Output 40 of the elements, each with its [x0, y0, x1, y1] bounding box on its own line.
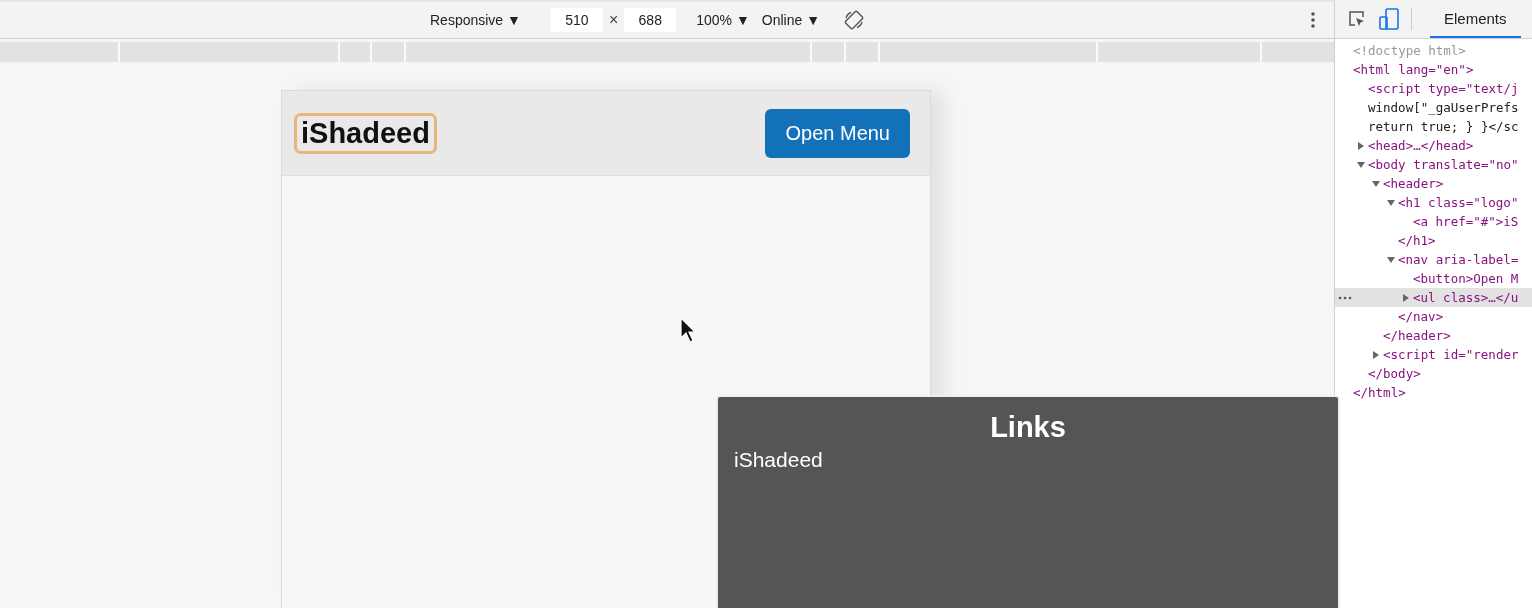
collapsed-triangle-icon[interactable] — [1357, 141, 1365, 150]
dom-tree-line[interactable]: <script id="render — [1335, 345, 1532, 364]
device-toolbar-icon[interactable] — [1379, 8, 1399, 30]
dom-tree-line[interactable]: </nav> — [1335, 307, 1532, 326]
dom-tree-line[interactable]: </html> — [1335, 383, 1532, 402]
height-field[interactable]: 688 — [624, 8, 677, 32]
expanded-triangle-icon[interactable] — [1387, 255, 1395, 264]
network-dropdown[interactable]: Online ▼ — [757, 12, 825, 28]
dom-tree-line[interactable]: return true; } }</sc — [1335, 117, 1532, 136]
dom-tree-line[interactable]: </h1> — [1335, 231, 1532, 250]
open-menu-button[interactable]: Open Menu — [765, 108, 910, 158]
expanded-triangle-icon[interactable] — [1387, 198, 1395, 207]
collapsed-triangle-icon[interactable] — [1372, 350, 1380, 359]
more-dots-icon[interactable] — [1338, 296, 1352, 300]
device-dropdown[interactable]: Responsive ▼ — [426, 12, 525, 28]
times-sign: × — [608, 11, 619, 29]
more-menu-icon[interactable] — [1310, 11, 1317, 29]
dom-tree-line[interactable]: <a href="#">iS — [1335, 212, 1532, 231]
dom-tree-line[interactable]: <html lang="en"> — [1335, 60, 1532, 79]
dom-tree-line[interactable]: </header> — [1335, 326, 1532, 345]
cursor-icon — [680, 317, 696, 343]
panel-title: Links — [989, 411, 1067, 444]
menu-link[interactable]: iShadeed — [734, 448, 1322, 472]
width-field[interactable]: 510 — [550, 8, 603, 32]
expanded-triangle-icon[interactable] — [1372, 179, 1380, 188]
collapsed-triangle-icon[interactable] — [1402, 293, 1410, 302]
dom-tree-line[interactable]: <body translate="no" — [1335, 155, 1532, 174]
expanded-triangle-icon[interactable] — [1357, 160, 1365, 169]
zoom-dropdown[interactable]: 100% ▼ — [692, 12, 754, 28]
dom-tree-line[interactable]: <button>Open M — [1335, 269, 1532, 288]
dom-tree-line[interactable]: </body> — [1335, 364, 1532, 383]
dom-tree-line[interactable]: <head>…</head> — [1335, 136, 1532, 155]
logo-link[interactable]: iShadeed — [297, 115, 434, 151]
dom-tree-line[interactable]: <h1 class="logo" — [1335, 193, 1532, 212]
dom-tree-line[interactable]: <header> — [1335, 174, 1532, 193]
dom-tree-line[interactable]: window["_gaUserPrefs — [1335, 98, 1532, 117]
inspect-icon[interactable] — [1347, 9, 1367, 29]
dom-tree-line[interactable]: <nav aria-label= — [1335, 250, 1532, 269]
dom-tree-line[interactable]: <script type="text/j — [1335, 79, 1532, 98]
rotate-icon[interactable] — [844, 10, 865, 30]
